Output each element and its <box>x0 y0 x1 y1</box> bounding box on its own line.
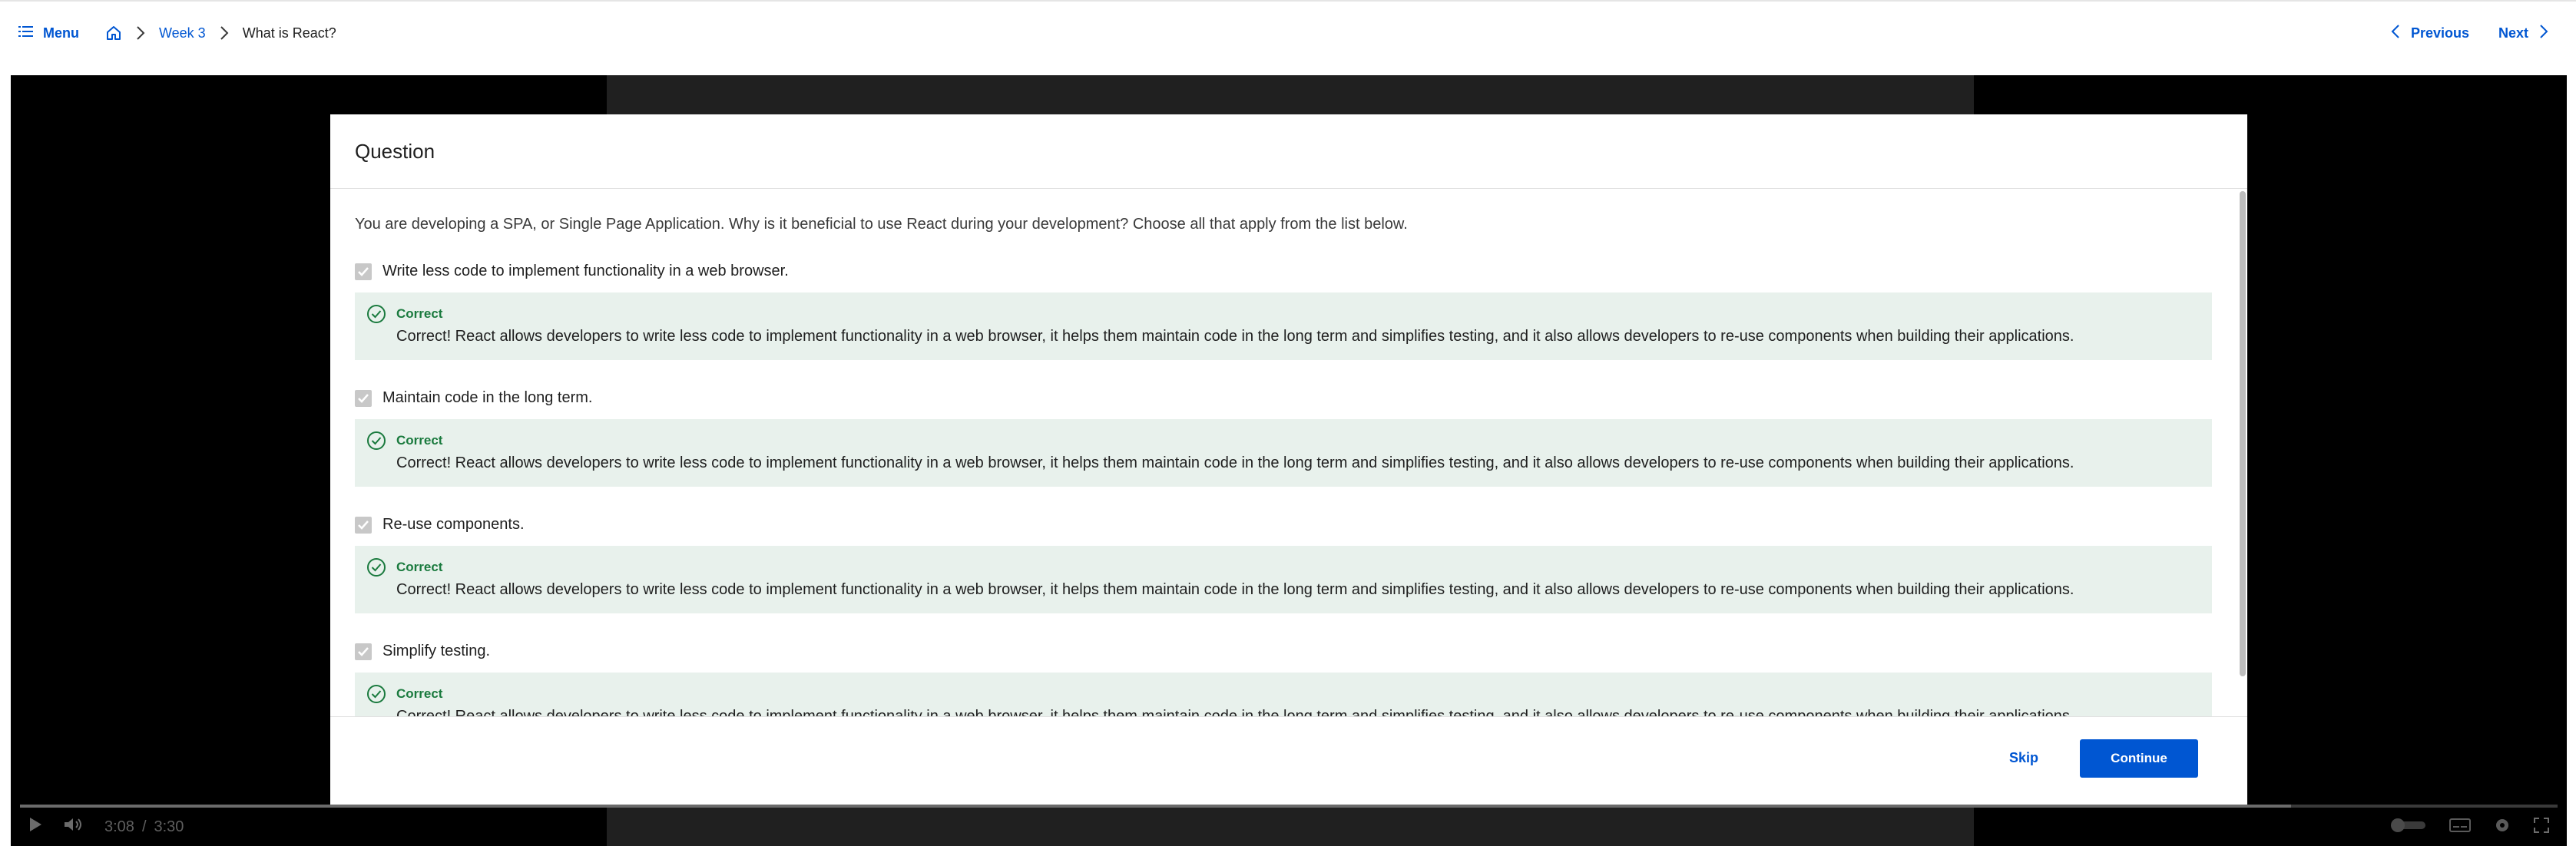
option-label: Re-use components. <box>382 516 525 533</box>
chevron-left-icon <box>2391 24 2400 43</box>
question-dialog: Question You are developing a SPA, or Si… <box>330 114 2247 805</box>
continue-button[interactable]: Continue <box>2080 739 2198 778</box>
time-display: 3:08 / 3:30 <box>104 818 184 836</box>
current-time: 3:08 <box>104 818 134 835</box>
dialog-footer: Skip Continue <box>330 716 2247 805</box>
feedback-box: Correct Correct! React allows developers… <box>355 419 2212 487</box>
check-circle-icon <box>366 430 387 455</box>
play-icon[interactable] <box>28 816 43 838</box>
controls-left: 3:08 / 3:30 <box>28 814 184 840</box>
dialog-title: Question <box>355 139 435 163</box>
checkbox-checked-icon[interactable] <box>355 263 372 280</box>
next-button[interactable]: Next <box>2498 24 2548 43</box>
feedback-title: Correct <box>396 686 443 701</box>
fullscreen-icon[interactable] <box>2533 817 2550 838</box>
chevron-right-icon <box>136 25 145 41</box>
checkbox-checked-icon[interactable] <box>355 389 372 407</box>
duration: 3:30 <box>154 818 184 835</box>
answer-option[interactable]: Maintain code in the long term. <box>355 389 2247 407</box>
feedback-text: Correct! React allows developers to writ… <box>396 328 2074 345</box>
chevron-right-icon <box>220 25 229 41</box>
skip-button[interactable]: Skip <box>2009 750 2038 766</box>
answer-option[interactable]: Write less code to implement functionali… <box>355 263 2247 280</box>
dialog-header: Question <box>330 114 2247 189</box>
option-label: Simplify testing. <box>382 643 491 659</box>
previous-button[interactable]: Previous <box>2391 24 2469 43</box>
check-circle-icon <box>366 303 387 329</box>
checkbox-checked-icon[interactable] <box>355 643 372 660</box>
next-label: Next <box>2498 25 2528 41</box>
feedback-box: Correct Correct! React allows developers… <box>355 292 2212 360</box>
checkbox-checked-icon[interactable] <box>355 516 372 534</box>
question-text: You are developing a SPA, or Single Page… <box>355 216 1408 233</box>
dialog-scrollbar[interactable] <box>2240 191 2246 676</box>
option-label: Maintain code in the long term. <box>382 389 593 406</box>
progress-bar[interactable] <box>20 805 2558 808</box>
check-circle-icon <box>366 683 387 709</box>
feedback-text: Correct! React allows developers to writ… <box>396 708 2074 716</box>
controls-right <box>2389 814 2550 840</box>
feedback-box: Correct Correct! React allows developers… <box>355 546 2212 613</box>
home-icon[interactable] <box>105 25 122 41</box>
option-label: Write less code to implement functionali… <box>382 263 789 279</box>
menu-label: Menu <box>43 25 79 41</box>
feedback-title: Correct <box>396 560 443 574</box>
settings-icon[interactable] <box>2493 816 2511 838</box>
feedback-box: Correct Correct! React allows developers… <box>355 673 2212 716</box>
chevron-right-icon <box>2539 24 2548 43</box>
answer-option[interactable]: Re-use components. <box>355 516 2247 534</box>
menu-button[interactable]: Menu <box>18 25 79 41</box>
answer-option[interactable]: Simplify testing. <box>355 643 2247 660</box>
time-separator: / <box>141 818 147 835</box>
check-circle-icon <box>366 557 387 582</box>
breadcrumb-week[interactable]: Week 3 <box>159 25 206 41</box>
feedback-text: Correct! React allows developers to writ… <box>396 581 2074 598</box>
nav-left: Menu Week 3 What is React? <box>18 2 336 64</box>
progress-fill <box>20 805 2292 808</box>
feedback-title: Correct <box>396 433 443 448</box>
feedback-title: Correct <box>396 306 443 321</box>
captions-icon[interactable] <box>2449 817 2472 838</box>
player-controls: 3:08 / 3:30 <box>11 805 2567 846</box>
previous-label: Previous <box>2410 25 2469 41</box>
top-navigation: Menu Week 3 What is React? Previous Next <box>0 0 2576 75</box>
breadcrumb-current: What is React? <box>242 25 336 41</box>
nav-right: Previous Next <box>2391 2 2548 64</box>
dialog-body: You are developing a SPA, or Single Page… <box>330 190 2247 716</box>
feedback-text: Correct! React allows developers to writ… <box>396 454 2074 471</box>
playback-speed-toggle[interactable] <box>2389 817 2427 838</box>
list-icon <box>18 25 34 41</box>
volume-icon[interactable] <box>63 816 84 838</box>
